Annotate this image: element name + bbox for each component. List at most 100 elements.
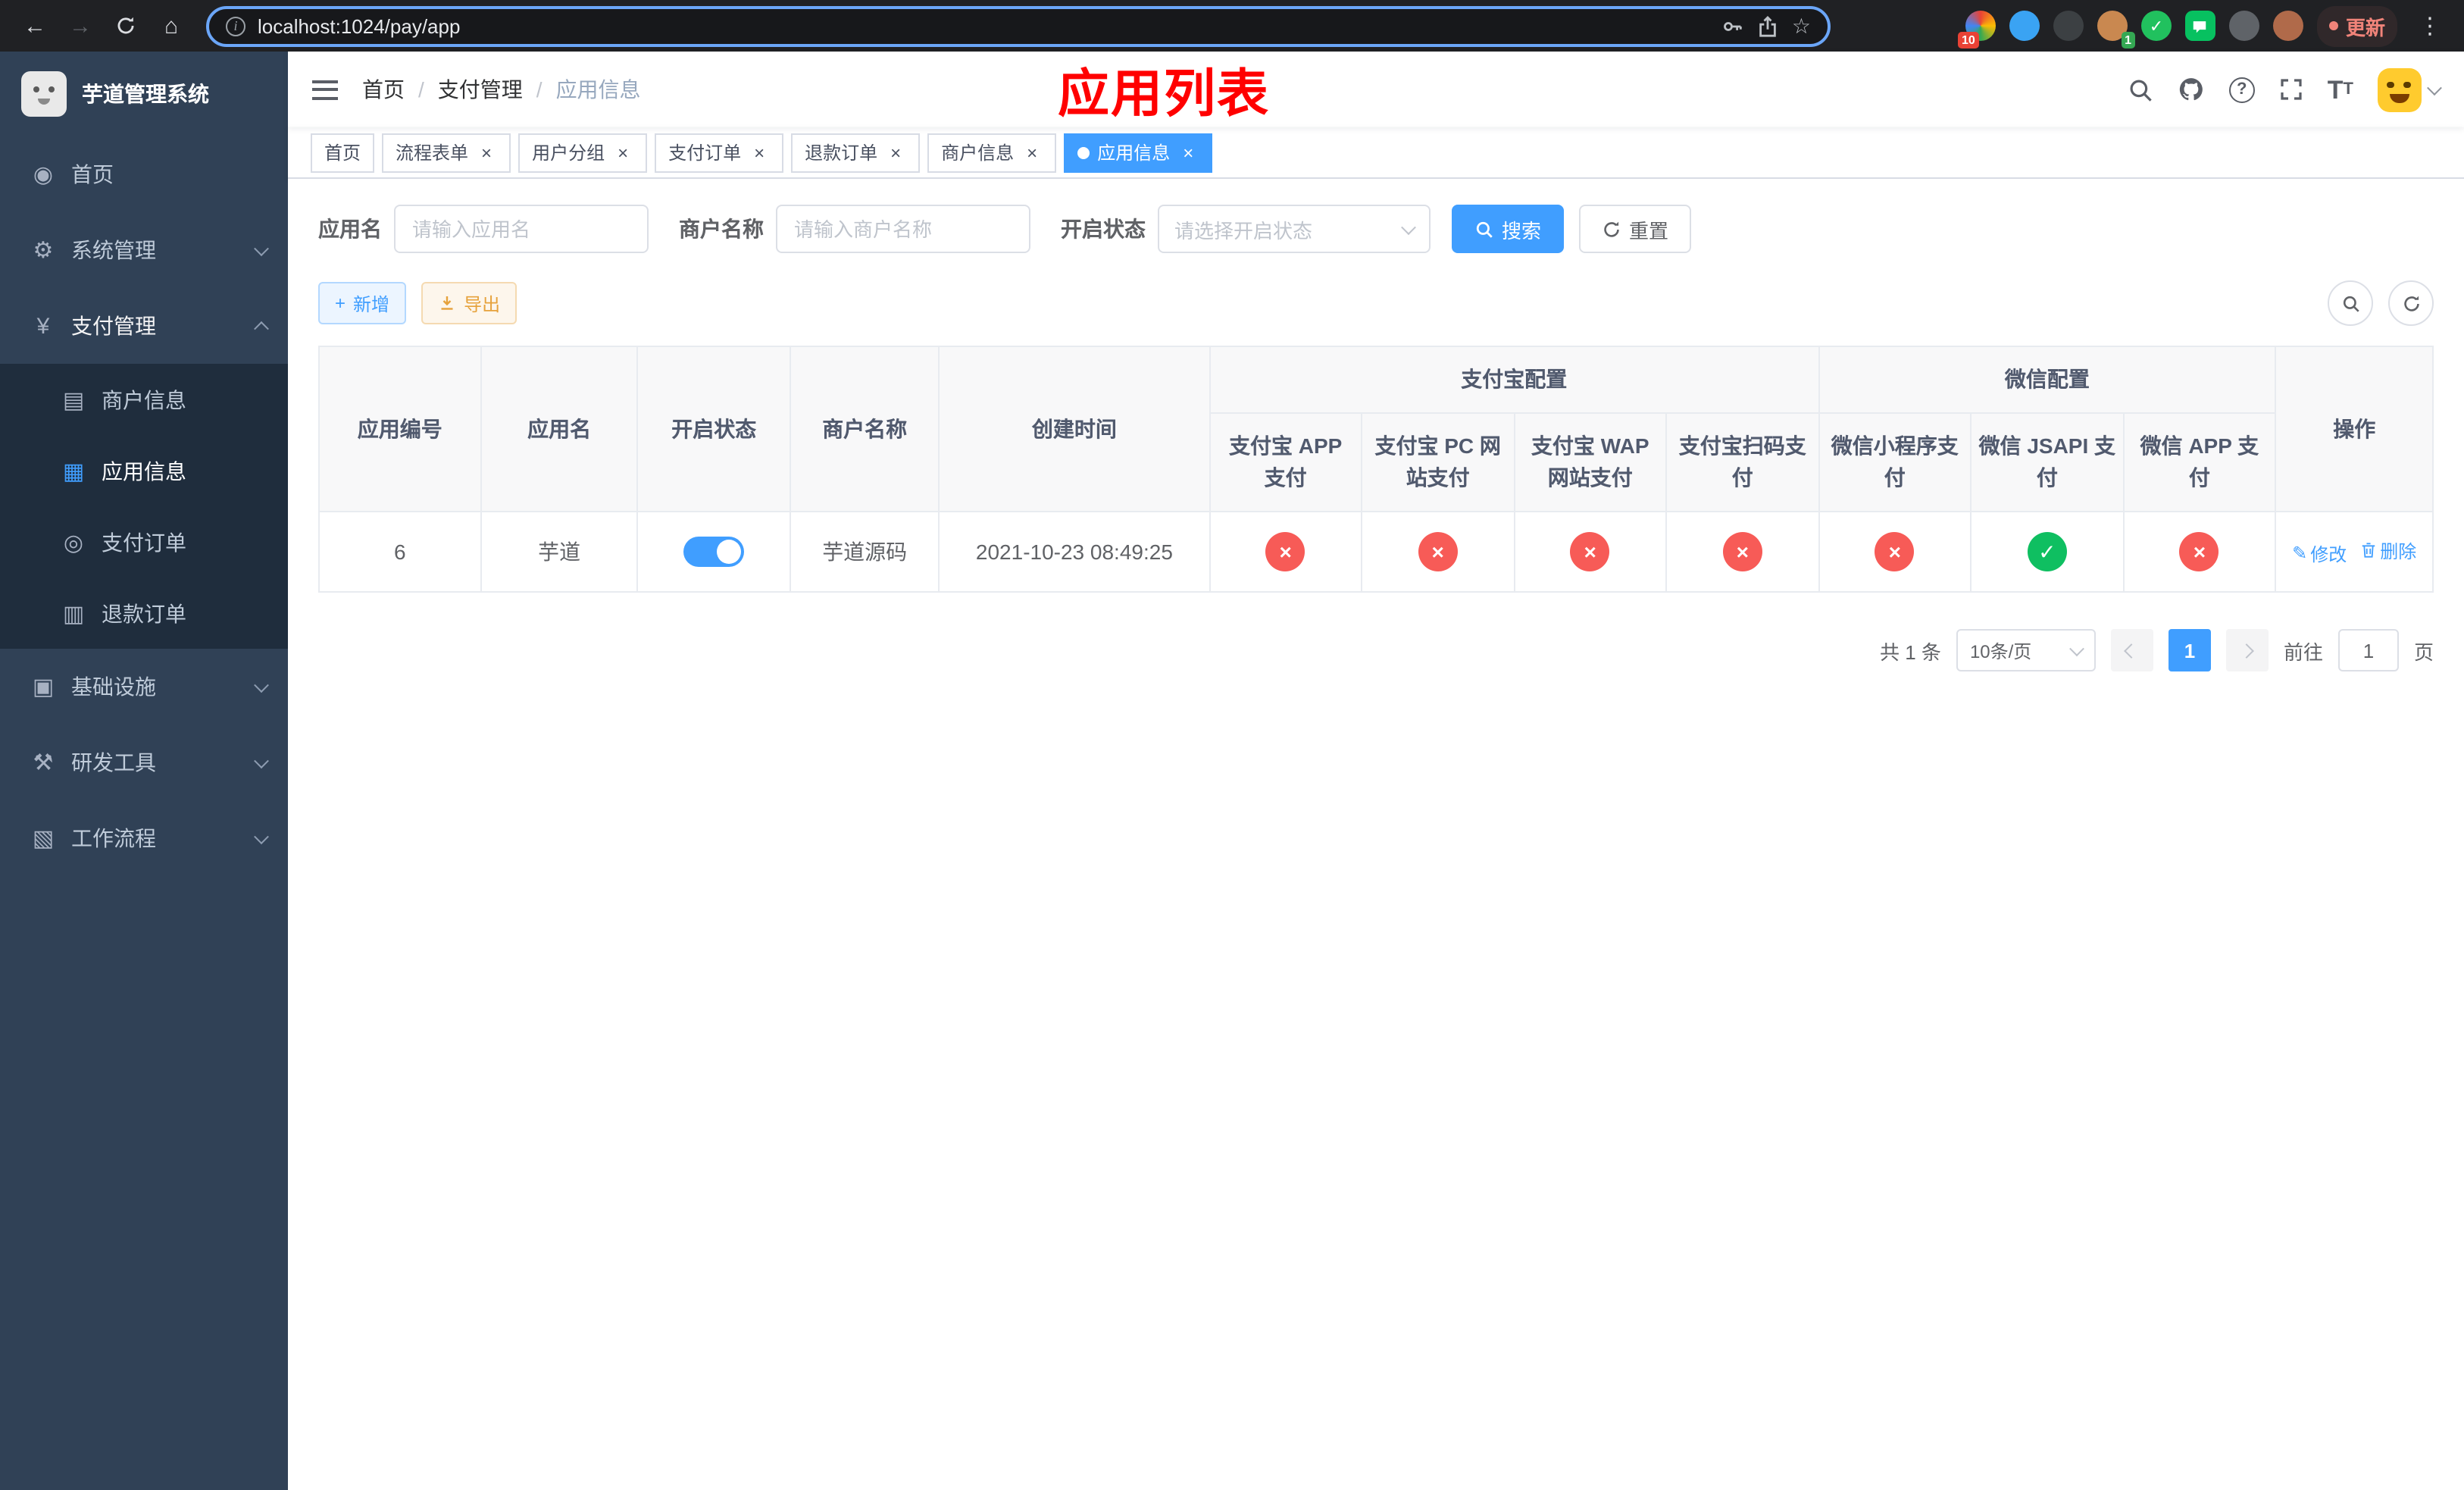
add-button[interactable]: + 新增 bbox=[318, 282, 407, 324]
export-button[interactable]: 导出 bbox=[421, 282, 518, 324]
sidebar-item-home[interactable]: ◉ 首页 bbox=[0, 136, 288, 212]
extension-icon-6[interactable] bbox=[2184, 11, 2215, 41]
tab-close-icon[interactable]: × bbox=[612, 142, 633, 163]
sidebar-item-app-info[interactable]: ▦ 应用信息 bbox=[0, 435, 288, 506]
sidebar-item-infra[interactable]: ▣ 基础设施 bbox=[0, 649, 288, 725]
pagination-total: 共 1 条 bbox=[1880, 640, 1941, 663]
extension-icon-4[interactable]: 1 bbox=[2097, 11, 2135, 49]
yen-icon: ¥ bbox=[36, 313, 50, 339]
page-banner: 应用列表 bbox=[1058, 66, 1270, 124]
browser-update-button[interactable]: 更新 bbox=[2316, 5, 2397, 46]
password-key-icon[interactable] bbox=[1722, 14, 1745, 37]
pay-order-icon: ◎ bbox=[63, 530, 84, 556]
tab-close-icon[interactable]: × bbox=[749, 142, 770, 163]
fullscreen-icon[interactable] bbox=[2279, 77, 2303, 102]
chevron-down-icon bbox=[254, 828, 269, 844]
tab-user-group[interactable]: 用户分组 × bbox=[518, 133, 648, 172]
tab-label: 流程表单 bbox=[396, 142, 469, 164]
cell-alipay-qr bbox=[1665, 511, 1820, 593]
extension-icon-3[interactable] bbox=[2053, 11, 2084, 41]
share-icon[interactable] bbox=[1757, 14, 1780, 37]
export-button-label: 导出 bbox=[464, 293, 501, 315]
reload-icon[interactable] bbox=[106, 6, 145, 45]
profile-avatar-icon[interactable] bbox=[2272, 11, 2303, 41]
help-icon[interactable]: ? bbox=[2228, 77, 2255, 102]
sidebar-toggle-icon[interactable] bbox=[312, 80, 338, 99]
alipay-app-status-icon bbox=[1265, 532, 1305, 571]
status-select[interactable]: 请选择开启状态 bbox=[1158, 205, 1431, 253]
sidebar-item-system[interactable]: ⚙ 系统管理 bbox=[0, 212, 288, 288]
tools-icon: ⚒ bbox=[33, 750, 54, 776]
url-bar[interactable]: i localhost:1024/pay/app ☆ bbox=[206, 5, 1831, 46]
search-button-label: 搜索 bbox=[1502, 219, 1542, 242]
extension-icon-7[interactable] bbox=[2228, 11, 2259, 41]
edit-button[interactable]: ✎ 修改 bbox=[2292, 540, 2347, 566]
browser-menu-icon[interactable]: ⋮ bbox=[2411, 12, 2449, 39]
prev-page-button[interactable] bbox=[2110, 629, 2153, 671]
extension-icon-1[interactable]: 10 bbox=[1957, 11, 1996, 49]
breadcrumb-item-home[interactable]: 首页 bbox=[362, 74, 405, 105]
search-icon[interactable] bbox=[2128, 77, 2153, 102]
tab-close-icon[interactable]: × bbox=[1021, 142, 1043, 163]
top-navbar: 首页 / 支付管理 / 应用信息 应用列表 ? T T bbox=[288, 52, 2464, 127]
sidebar-item-label: 支付管理 bbox=[71, 314, 156, 338]
col-header-alipay-pc: 支付宝 PC 网站支付 bbox=[1361, 412, 1515, 512]
tab-app-info[interactable]: 应用信息 × bbox=[1064, 133, 1213, 172]
cell-app-id: 6 bbox=[318, 511, 482, 593]
tab-home[interactable]: 首页 bbox=[311, 133, 375, 172]
cell-alipay-app bbox=[1209, 511, 1363, 593]
next-page-button[interactable] bbox=[2225, 629, 2269, 671]
sidebar-item-dev-tools[interactable]: ⚒ 研发工具 bbox=[0, 725, 288, 800]
goto-page-input[interactable] bbox=[2337, 629, 2399, 671]
extension-icon-2[interactable] bbox=[2009, 11, 2040, 41]
tab-merchant-info[interactable]: 商户信息 × bbox=[927, 133, 1057, 172]
wechat-jsapi-status-icon bbox=[2027, 532, 2067, 571]
bookmark-star-icon[interactable]: ☆ bbox=[1792, 13, 1811, 39]
back-icon[interactable]: ← bbox=[15, 6, 55, 45]
sidebar-item-payment[interactable]: ¥ 支付管理 bbox=[0, 288, 288, 364]
tab-process-form[interactable]: 流程表单 × bbox=[382, 133, 511, 172]
github-icon[interactable] bbox=[2178, 76, 2205, 103]
breadcrumb-item-payment[interactable]: 支付管理 bbox=[438, 74, 523, 105]
font-size-icon[interactable]: TT bbox=[2328, 77, 2353, 102]
page-number-1[interactable]: 1 bbox=[2168, 629, 2211, 671]
tab-label: 应用信息 bbox=[1097, 142, 1171, 164]
page-size-select[interactable]: 10条/页 bbox=[1956, 629, 2096, 671]
forward-icon[interactable]: → bbox=[61, 6, 100, 45]
merchant-name-input[interactable] bbox=[776, 205, 1030, 253]
sidebar-item-pay-order[interactable]: ◎ 支付订单 bbox=[0, 506, 288, 578]
merchant-name-label: 商户名称 bbox=[679, 217, 764, 241]
alipay-wap-status-icon bbox=[1570, 532, 1610, 571]
tab-close-icon[interactable]: × bbox=[476, 142, 497, 163]
refresh-button[interactable] bbox=[2388, 280, 2434, 326]
delete-button[interactable]: 删除 bbox=[2359, 537, 2416, 563]
chevron-left-icon bbox=[2125, 643, 2140, 658]
tab-refund-order[interactable]: 退款订单 × bbox=[791, 133, 921, 172]
search-button[interactable]: 搜索 bbox=[1452, 205, 1565, 253]
alipay-qr-status-icon bbox=[1722, 532, 1762, 571]
col-header-alipay-wap: 支付宝 WAP 网站支付 bbox=[1513, 412, 1668, 512]
breadcrumb-separator: / bbox=[536, 77, 543, 102]
tab-pay-order[interactable]: 支付订单 × bbox=[655, 133, 784, 172]
check-icon: ✓ bbox=[2149, 17, 2164, 36]
user-menu[interactable] bbox=[2378, 67, 2442, 111]
app-name-input[interactable] bbox=[394, 205, 649, 253]
table-mini-actions bbox=[2328, 280, 2434, 326]
site-info-icon[interactable]: i bbox=[226, 16, 245, 36]
sidebar-item-workflow[interactable]: ▧ 工作流程 bbox=[0, 800, 288, 876]
payment-submenu: ▤ 商户信息 ▦ 应用信息 ◎ 支付订单 ▥ 退款订单 bbox=[0, 364, 288, 649]
toggle-search-button[interactable] bbox=[2328, 280, 2373, 326]
tab-close-icon[interactable]: × bbox=[885, 142, 906, 163]
table-row: 6 芋道 芋道源码 2021-10-23 08:49:25 × × × × × … bbox=[318, 511, 2434, 593]
extension-badge: 1 bbox=[2121, 32, 2135, 49]
sidebar-item-merchant-info[interactable]: ▤ 商户信息 bbox=[0, 364, 288, 435]
home-icon[interactable]: ⌂ bbox=[152, 6, 191, 45]
tab-close-icon[interactable]: × bbox=[1177, 142, 1199, 163]
extension-icon-5[interactable]: ✓ bbox=[2140, 11, 2172, 41]
merchant-card-icon: ▤ bbox=[62, 387, 85, 413]
filter-form: 应用名 商户名称 开启状态 请选择开启状态 搜索 重置 bbox=[318, 205, 2434, 253]
status-toggle[interactable] bbox=[683, 537, 745, 567]
reset-button[interactable]: 重置 bbox=[1579, 205, 1692, 253]
sidebar-item-refund-order[interactable]: ▥ 退款订单 bbox=[0, 578, 288, 649]
navbar-actions: ? TT bbox=[2128, 67, 2442, 111]
